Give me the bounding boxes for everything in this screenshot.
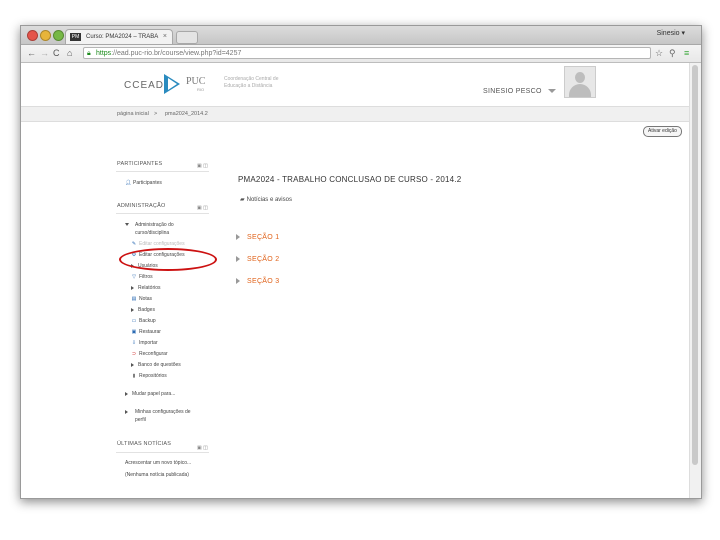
- breadcrumb-home[interactable]: página inicial: [117, 107, 149, 121]
- admin-item-backup[interactable]: ▭ Backup: [131, 318, 156, 324]
- back-icon[interactable]: ←: [27, 47, 36, 59]
- news-block-title: ÚLTIMAS NOTÍCIAS: [117, 441, 172, 447]
- import-icon: ⇩: [131, 340, 137, 346]
- block-controls-icon[interactable]: ▣ ◫: [197, 205, 209, 211]
- section-collapsed-icon: [236, 234, 240, 241]
- switch-role-link[interactable]: Mudar papel para...: [125, 391, 175, 397]
- site-header: CCEAD PUC RIO Coordenação Central de Edu…: [21, 63, 689, 106]
- user-icon: 👤︎: [125, 180, 132, 186]
- filter-icon: ▽: [132, 274, 136, 280]
- menu-icon[interactable]: ≡: [684, 47, 689, 59]
- forum-icon: ▰: [240, 197, 245, 203]
- collapsed-icon: [131, 285, 134, 290]
- profile-settings-node[interactable]: [125, 409, 132, 415]
- section-3[interactable]: SEÇÃO 3: [236, 278, 279, 285]
- url-scheme: https: [96, 50, 112, 57]
- section-collapsed-icon: [236, 278, 240, 285]
- browser-toolbar: ← → C ⌂ 🔒︎ https://ead.puc-rio.br/course…: [21, 45, 701, 63]
- edit-icon: ✎: [131, 241, 137, 247]
- admin-item-badges[interactable]: Badges: [131, 307, 155, 313]
- repository-icon: ▮: [132, 373, 136, 379]
- admin-block-title: ADMINISTRAÇÃO: [117, 203, 166, 209]
- scrollbar-thumb[interactable]: [692, 65, 698, 465]
- course-admin-label[interactable]: Administração do curso/disciplina: [135, 221, 187, 237]
- reload-icon[interactable]: C: [53, 47, 60, 59]
- play-logo-inner: [168, 78, 177, 90]
- backup-icon: ▭: [131, 318, 137, 324]
- avatar-head: [575, 72, 585, 83]
- url-text: ://ead.puc-rio.br/course/view.php?id=425…: [111, 50, 242, 57]
- admin-item-question-bank[interactable]: Banco de questões: [131, 362, 181, 368]
- tab-title: Curso: PMA2024 – TRABA: [86, 34, 159, 40]
- browser-window: PM Curso: PMA2024 – TRABA × Sinesio ▾ ← …: [20, 25, 702, 499]
- section-collapsed-icon: [236, 256, 240, 263]
- avatar-body: [569, 84, 591, 97]
- page-content: CCEAD PUC RIO Coordenação Central de Edu…: [21, 63, 689, 498]
- participants-link[interactable]: 👤︎ Participantes: [125, 180, 162, 186]
- section-1[interactable]: SEÇÃO 1: [236, 234, 279, 241]
- profile-settings-label[interactable]: Minhas configurações de perfil: [135, 408, 197, 424]
- collapsed-icon: [131, 307, 134, 312]
- block-divider: [116, 171, 209, 172]
- admin-item-repositories[interactable]: ▮ Repositórios: [131, 373, 167, 379]
- admin-item-restore[interactable]: ▣ Restaurar: [131, 329, 161, 335]
- course-admin-node[interactable]: [125, 222, 133, 228]
- block-controls-icon[interactable]: ▣ ◫: [197, 445, 209, 451]
- new-tab-button[interactable]: [176, 31, 198, 44]
- search-icon[interactable]: ⚲: [669, 47, 676, 59]
- admin-item-import[interactable]: ⇩ Importar: [131, 340, 158, 346]
- section-2[interactable]: SEÇÃO 2: [236, 256, 279, 263]
- profile-chip[interactable]: Sinesio ▾: [651, 27, 691, 41]
- restore-icon: ▣: [131, 329, 137, 335]
- maximize-window-icon[interactable]: [53, 30, 64, 41]
- lock-icon: 🔒︎: [87, 50, 91, 57]
- browser-tab[interactable]: PM Curso: PMA2024 – TRABA ×: [65, 29, 173, 44]
- address-bar[interactable]: 🔒︎ https://ead.puc-rio.br/course/view.ph…: [83, 47, 651, 59]
- tab-bar: PM Curso: PMA2024 – TRABA × Sinesio ▾: [21, 26, 701, 45]
- moodle-favicon-icon: PM: [70, 33, 81, 41]
- minimize-window-icon[interactable]: [40, 30, 51, 41]
- collapsed-icon: [131, 362, 134, 367]
- logo-description: Coordenação Central de Educação a Distân…: [224, 76, 279, 89]
- chevron-down-icon[interactable]: [548, 89, 556, 93]
- participants-block-title: PARTICIPANTES: [117, 161, 163, 167]
- news-forum-link[interactable]: ▰ Notícias e avisos: [240, 196, 292, 203]
- breadcrumb-course[interactable]: pma2024_2014.2: [165, 107, 208, 121]
- collapsed-icon: [125, 391, 128, 396]
- logo-ccead[interactable]: CCEAD: [124, 80, 164, 91]
- user-menu[interactable]: SINESIO PESCO: [483, 88, 542, 95]
- admin-item-reports[interactable]: Relatórios: [131, 285, 161, 291]
- no-news-text: (Nenhuma notícia publicada): [125, 472, 189, 478]
- breadcrumb-separator: >: [154, 111, 158, 117]
- admin-item-edit-settings-1[interactable]: ✎ Editar configurações: [131, 241, 185, 247]
- forward-icon[interactable]: →: [40, 47, 49, 59]
- grades-icon: ▤: [131, 296, 137, 302]
- edit-mode-button[interactable]: Ativar edição: [643, 126, 682, 137]
- block-controls-icon[interactable]: ▣ ◫: [197, 163, 209, 169]
- reset-icon: ⊃: [131, 351, 137, 357]
- course-title: PMA2024 - TRABALHO CONCLUSAO DE CURSO - …: [238, 175, 462, 184]
- add-news-topic-link[interactable]: Acrescentar um novo tópico...: [125, 460, 191, 466]
- collapsed-icon: [125, 409, 128, 414]
- expanded-icon: [125, 223, 129, 227]
- admin-item-grades[interactable]: ▤ Notas: [131, 296, 152, 302]
- close-tab-icon[interactable]: ×: [163, 30, 167, 44]
- vertical-scrollbar[interactable]: [689, 63, 701, 498]
- logo-puc: PUC: [186, 76, 206, 87]
- avatar[interactable]: [564, 66, 596, 98]
- block-divider: [116, 452, 209, 453]
- home-icon[interactable]: ⌂: [67, 47, 72, 59]
- admin-item-filters[interactable]: ▽ Filtros: [131, 274, 153, 280]
- bookmark-star-icon[interactable]: ☆: [655, 47, 663, 59]
- breadcrumb: página inicial > pma2024_2014.2: [21, 106, 689, 122]
- logo-rio: RIO: [197, 87, 205, 92]
- highlight-ellipse: [119, 248, 217, 271]
- close-window-icon[interactable]: [27, 30, 38, 41]
- admin-item-reset[interactable]: ⊃ Reconfigurar: [131, 351, 168, 357]
- block-divider: [116, 213, 209, 214]
